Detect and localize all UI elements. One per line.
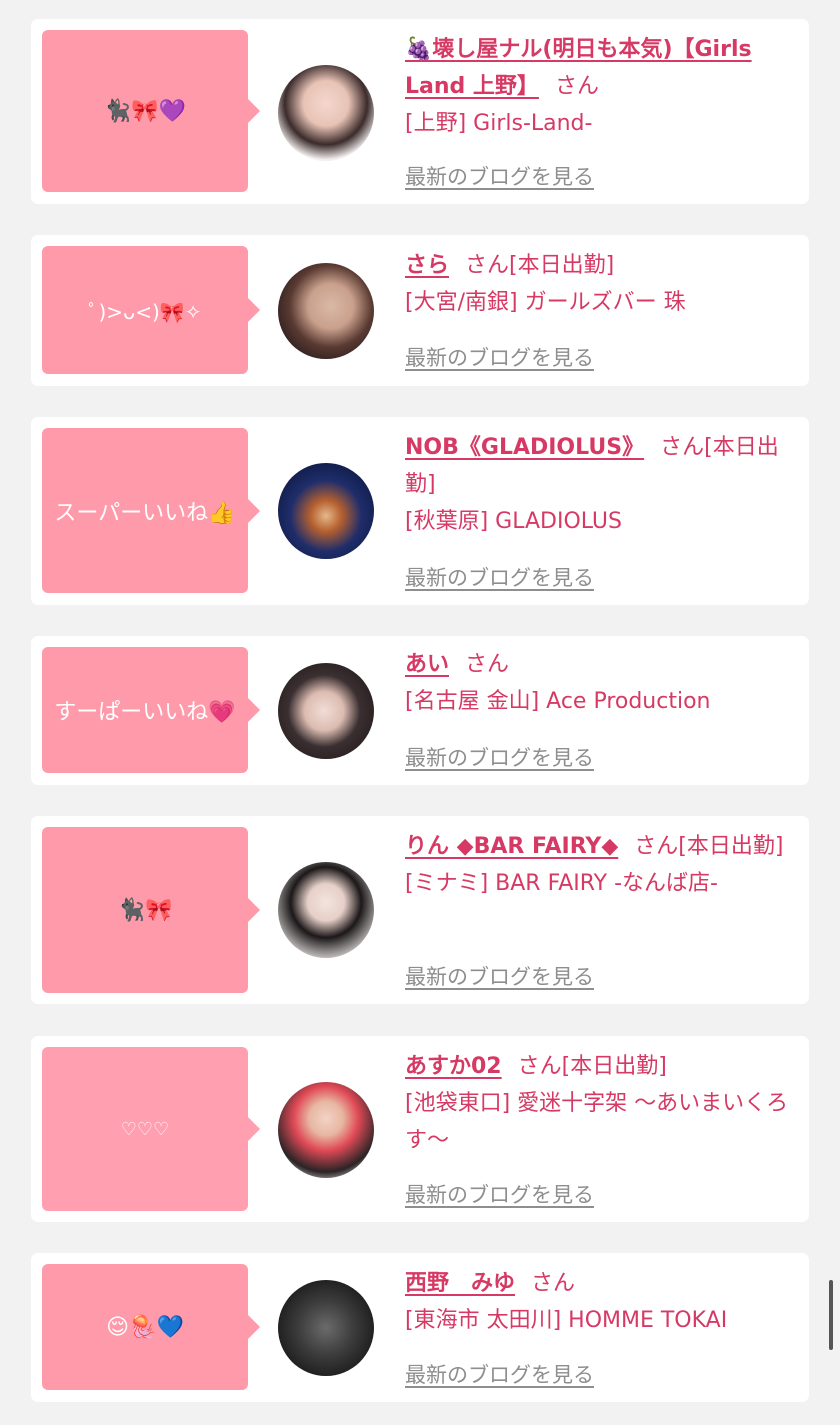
blog-card: すーぱーいいね💗 あい さん [名古屋 金山] Ace Production 最新… [31, 636, 809, 785]
avatar[interactable] [278, 263, 374, 359]
latest-blog-link[interactable]: 最新のブログを見る [405, 562, 594, 592]
latest-blog-link[interactable]: 最新のブログを見る [405, 742, 594, 772]
comment-bubble: スーパーいいね👍 [42, 428, 260, 593]
blog-card: スーパーいいね👍 NOB《GLADIOLUS》 さん[本日出勤] [秋葉原] GL… [31, 417, 809, 605]
latest-blog-link[interactable]: 最新のブログを見る [405, 1179, 594, 1209]
comment-bubble: 🐈‍⬛🎀💜 [42, 30, 260, 192]
status-label: [本日出勤] [561, 1054, 667, 1079]
cast-name-link[interactable]: あすか02 [405, 1054, 502, 1079]
honorific-label: さん [465, 652, 510, 677]
avatar[interactable] [278, 65, 374, 161]
blog-card: ﾟ)>ᴗ<)🎀✧ さら さん[本日出勤] [大宮/南銀] ガールズバー 珠 最新の… [31, 235, 809, 386]
comment-bubble: ﾟ)>ᴗ<)🎀✧ [42, 246, 260, 374]
shop-label: [大宮/南銀] ガールズバー 珠 [405, 290, 686, 315]
shop-label: [ミナミ] BAR FAIRY -なんば店- [405, 871, 718, 896]
shop-label: [上野] Girls-Land- [405, 111, 593, 136]
latest-blog-link[interactable]: 最新のブログを見る [405, 161, 594, 191]
comment-text: スーパーいいね👍 [54, 500, 236, 526]
cast-name-link[interactable]: あい [405, 652, 449, 677]
blog-card: 🐈‍⬛🎀💜 🍇壊し屋ナル(明日も本気)【Girls Land 上野】 さん [上野… [31, 19, 809, 204]
honorific-label: さん [517, 1054, 562, 1079]
avatar[interactable] [278, 463, 374, 559]
comment-bubble: 😌🪼💙 [42, 1264, 260, 1390]
comment-text: ♡♡♡ [120, 1118, 170, 1140]
cast-name-link[interactable]: NOB《GLADIOLUS》 [405, 435, 644, 460]
blog-card: 🐈‍⬛🎀 りん ◆BAR FAIRY◆ さん[本日出勤] [ミナミ] BAR FA… [31, 816, 809, 1004]
status-label: [本日出勤] [678, 834, 784, 859]
comment-text: 😌🪼💙 [106, 1314, 184, 1340]
comment-text: 🐈‍⬛🎀 [117, 897, 173, 923]
comment-text: ﾟ)>ᴗ<)🎀✧ [88, 299, 202, 324]
scrollbar[interactable] [829, 1280, 833, 1350]
avatar[interactable] [278, 663, 374, 759]
comment-bubble: すーぱーいいね💗 [42, 647, 260, 773]
cast-name-link[interactable]: さら [405, 253, 449, 278]
latest-blog-link[interactable]: 最新のブログを見る [405, 1359, 594, 1389]
shop-label: [池袋東口] 愛迷十字架 〜あいまいくろす〜 [405, 1091, 789, 1153]
honorific-label: さん [531, 1271, 576, 1296]
comment-text: すーぱーいいね💗 [54, 700, 236, 725]
blog-card: 😌🪼💙 西野 みゆ さん [東海市 太田川] HOMME TOKAI 最新のブログ… [31, 1253, 809, 1402]
shop-label: [名古屋 金山] Ace Production [405, 689, 711, 714]
latest-blog-link[interactable]: 最新のブログを見る [405, 342, 594, 372]
status-label: [本日出勤] [509, 253, 615, 278]
comment-bubble: ♡♡♡ [42, 1047, 260, 1211]
blog-card: ♡♡♡ あすか02 さん[本日出勤] [池袋東口] 愛迷十字架 〜あいまいくろす〜… [31, 1036, 809, 1222]
cast-name-link[interactable]: りん ◆BAR FAIRY◆ [405, 834, 618, 859]
shop-label: [東海市 太田川] HOMME TOKAI [405, 1308, 728, 1333]
comment-bubble: 🐈‍⬛🎀 [42, 827, 260, 993]
cast-name-link[interactable]: 西野 みゆ [405, 1271, 515, 1296]
avatar[interactable] [278, 862, 374, 958]
honorific-label: さん [554, 74, 599, 99]
avatar[interactable] [278, 1280, 374, 1376]
shop-label: [秋葉原] GLADIOLUS [405, 509, 622, 534]
honorific-label: さん [634, 834, 679, 859]
latest-blog-link[interactable]: 最新のブログを見る [405, 961, 594, 991]
honorific-label: さん [465, 253, 510, 278]
honorific-label: さん [660, 435, 705, 460]
comment-text: 🐈‍⬛🎀💜 [103, 98, 187, 124]
avatar[interactable] [278, 1082, 374, 1178]
